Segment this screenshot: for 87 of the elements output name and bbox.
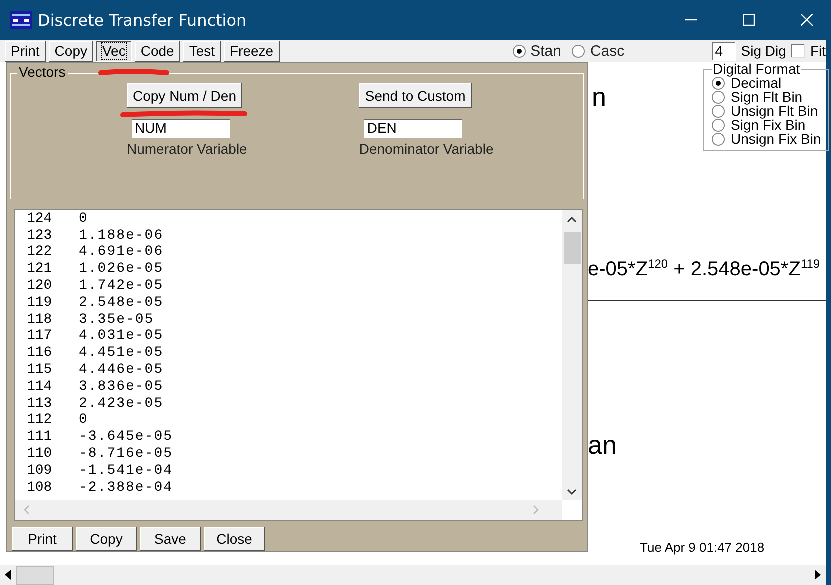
radio-label: Decimal — [731, 76, 782, 90]
row-value: 0 — [79, 210, 88, 228]
formula-fragment: an — [588, 430, 617, 461]
numerator-field[interactable]: NUM — [132, 119, 230, 138]
denominator-field[interactable]: DEN — [364, 119, 462, 138]
radio-label: Unsign Flt Bin — [731, 104, 818, 118]
row-index: 110 — [27, 446, 54, 463]
close-icon[interactable] — [801, 14, 813, 26]
toolbar-button[interactable]: Test — [183, 40, 221, 62]
dialog-button[interactable]: Close — [204, 527, 265, 551]
toolbar-button[interactable]: Copy — [48, 40, 94, 62]
maximize-icon[interactable] — [743, 14, 755, 26]
row-value: 1.026e-05 — [79, 261, 164, 278]
formula-fragment: n — [592, 82, 606, 113]
copy-num-den-button[interactable]: Copy Num / Den — [127, 83, 242, 108]
row-index: 112 — [27, 412, 54, 430]
row-index: 109 — [27, 462, 54, 480]
radio-label: Sign Fix Bin — [731, 118, 806, 132]
radio-label: Stan — [530, 42, 562, 60]
sig-dig-field[interactable]: 4 — [712, 42, 736, 60]
row-value: 4.031e-05 — [79, 328, 164, 346]
row-index: 119 — [27, 294, 54, 312]
radio-button[interactable] — [512, 44, 526, 58]
panel-title: Vectors — [17, 64, 68, 80]
scroll-down-icon[interactable] — [567, 488, 577, 496]
denominator-label: Denominator Variable — [359, 141, 494, 157]
row-index: 116 — [27, 345, 54, 362]
app-icon — [10, 11, 32, 29]
row-value: 2.423e-05 — [79, 396, 164, 412]
toolbar-button[interactable]: Code — [134, 40, 180, 62]
row-index: 122 — [27, 244, 54, 262]
scroll-right-icon[interactable] — [814, 570, 822, 580]
scroll-thumb[interactable] — [564, 232, 580, 264]
fit-label: Fit — [810, 43, 826, 59]
dialog-button[interactable]: Save — [140, 527, 201, 551]
radio-label: Casc — [590, 42, 625, 60]
row-index: 123 — [27, 228, 54, 244]
row-index: 117 — [27, 328, 54, 346]
radio-label: Unsign Fix Bin — [731, 132, 822, 146]
row-index: 120 — [27, 278, 54, 295]
row-value: -8.716e-05 — [79, 446, 174, 463]
row-value: -3.645e-05 — [79, 429, 174, 446]
dialog-button[interactable]: Print — [12, 527, 73, 551]
vertical-scrollbar[interactable] — [562, 210, 582, 500]
row-index: 115 — [27, 362, 54, 379]
row-index: 124 — [27, 210, 54, 228]
numerator-label: Numerator Variable — [127, 141, 248, 157]
row-value: 4.446e-05 — [79, 362, 164, 379]
row-value: 1.188e-06 — [79, 228, 164, 244]
dialog-button[interactable]: Copy — [76, 527, 137, 551]
row-value: 4.451e-05 — [79, 345, 164, 362]
numerator-formula: e-05*Z$^{120}$ + 2.548e-05*Z$^{119}$ — [588, 257, 820, 282]
annotation-underline — [98, 69, 170, 77]
toolbar-button[interactable]: Vec — [96, 40, 132, 62]
radio-button[interactable] — [712, 76, 725, 90]
scroll-left-icon[interactable] — [4, 570, 12, 580]
toolbar-button[interactable]: Freeze — [224, 40, 280, 62]
send-to-custom-button[interactable]: Send to Custom — [359, 83, 472, 108]
row-value: 1.742e-05 — [79, 278, 164, 295]
row-value: 0 — [79, 412, 88, 430]
radio-button[interactable] — [712, 118, 725, 132]
row-value: 4.691e-06 — [79, 244, 164, 262]
row-value: -2.388e-04 — [79, 480, 174, 496]
fit-checkbox[interactable] — [791, 44, 806, 58]
scroll-thumb[interactable] — [16, 566, 54, 584]
group-title: Digital Format — [712, 62, 802, 76]
window-title: Discrete Transfer Function — [38, 10, 247, 30]
toolbar-button[interactable]: Print — [5, 40, 46, 62]
row-index: 118 — [27, 312, 54, 328]
radio-label: Sign Flt Bin — [731, 90, 803, 104]
row-value: 3.35e-05 — [79, 312, 154, 328]
row-index: 114 — [27, 378, 54, 396]
row-index: 108 — [27, 480, 54, 496]
timestamp: Tue Apr 9 01:47 2018 — [640, 540, 765, 555]
radio-button[interactable] — [712, 132, 725, 146]
row-index: 111 — [27, 429, 54, 446]
sig-dig-label: Sig Dig — [741, 43, 786, 59]
row-value: 2.548e-05 — [79, 294, 164, 312]
scroll-up-icon[interactable] — [567, 216, 577, 224]
row-value: -1.541e-04 — [79, 462, 174, 480]
row-index: 113 — [27, 396, 54, 412]
radio-button[interactable] — [712, 90, 725, 104]
radio-button[interactable] — [712, 104, 725, 118]
horizontal-scrollbar[interactable] — [0, 565, 831, 585]
row-index: 121 — [27, 261, 54, 278]
radio-button[interactable] — [572, 44, 586, 58]
row-value: 3.836e-05 — [79, 378, 164, 396]
